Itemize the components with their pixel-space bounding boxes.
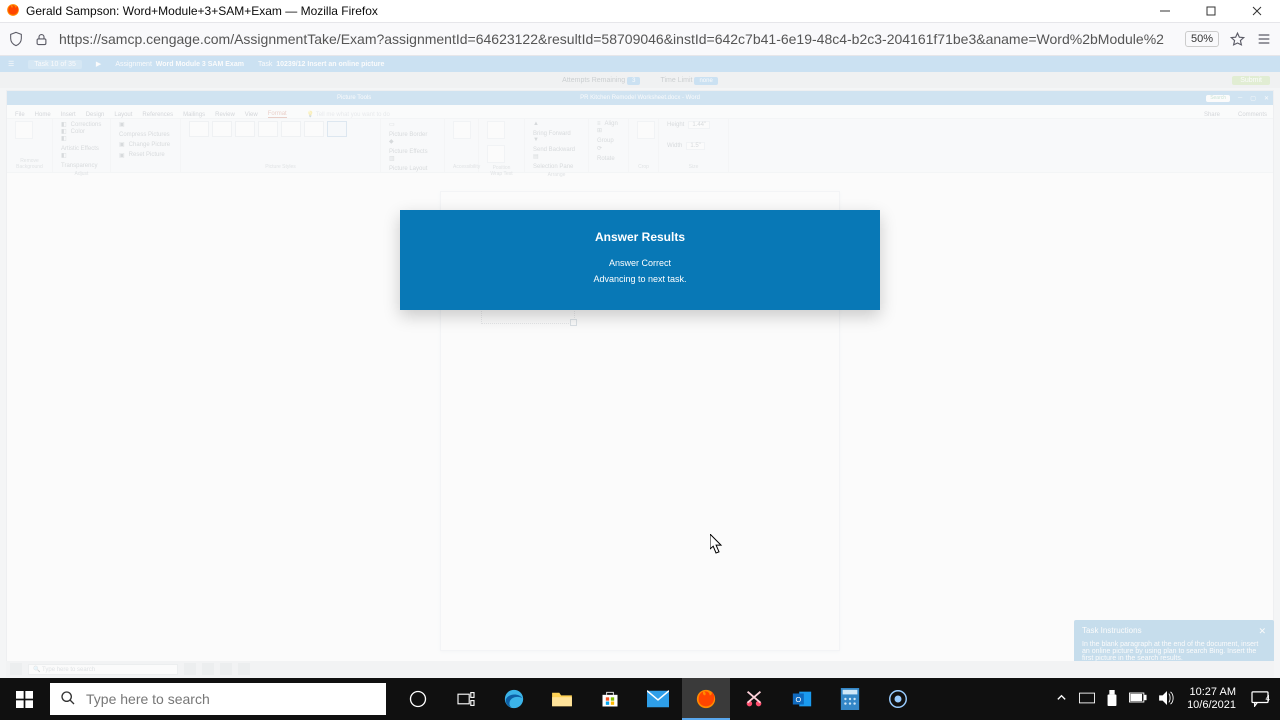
edge-icon[interactable] — [490, 678, 538, 720]
tray-chevron-up-icon[interactable] — [1056, 692, 1067, 706]
svg-text:O: O — [795, 695, 801, 704]
outlook-icon[interactable]: O — [778, 678, 826, 720]
microsoft-store-icon[interactable] — [586, 678, 634, 720]
window-minimize-button[interactable] — [1142, 0, 1188, 22]
clock-date: 10/6/2021 — [1187, 699, 1236, 712]
modal-title: Answer Results — [400, 230, 880, 244]
browser-toolbar: https://samcp.cengage.com/AssignmentTake… — [0, 22, 1280, 56]
usb-icon[interactable] — [1107, 690, 1117, 709]
answer-results-modal: Answer Results Answer Correct Advancing … — [400, 210, 880, 310]
bookmark-star-icon[interactable] — [1229, 31, 1246, 48]
zoom-indicator[interactable]: 50% — [1185, 31, 1219, 47]
taskbar-apps: O — [394, 678, 922, 720]
battery-icon[interactable] — [1129, 692, 1147, 706]
mail-icon[interactable] — [634, 678, 682, 720]
volume-icon[interactable] — [1159, 691, 1175, 708]
file-explorer-icon[interactable] — [538, 678, 586, 720]
system-tray: 10:27 AM 10/6/2021 4 — [1056, 686, 1280, 712]
shield-icon[interactable] — [8, 31, 24, 47]
search-icon — [60, 690, 76, 709]
address-bar-url[interactable]: https://samcp.cengage.com/AssignmentTake… — [59, 31, 1175, 47]
modal-advancing-text: Advancing to next task. — [400, 274, 880, 284]
camera-record-icon[interactable] — [874, 678, 922, 720]
window-titlebar: Gerald Sampson: Word+Module+3+SAM+Exam —… — [0, 0, 1280, 22]
search-placeholder: Type here to search — [86, 691, 210, 707]
lock-icon[interactable] — [34, 32, 49, 47]
modal-backdrop — [0, 56, 1280, 678]
firefox-taskbar-icon[interactable] — [682, 678, 730, 720]
window-maximize-button[interactable] — [1188, 0, 1234, 22]
calculator-icon[interactable] — [826, 678, 874, 720]
clock-time: 10:27 AM — [1187, 686, 1236, 699]
window-close-button[interactable] — [1234, 0, 1280, 22]
task-view-icon[interactable] — [442, 678, 490, 720]
snip-sketch-icon[interactable] — [730, 678, 778, 720]
cortana-icon[interactable] — [394, 678, 442, 720]
start-button[interactable] — [0, 678, 48, 720]
taskbar-clock[interactable]: 10:27 AM 10/6/2021 — [1187, 686, 1236, 712]
firefox-icon — [6, 3, 20, 20]
page-viewport: ☰ Task 10 of 35 ▶ Assignment Word Module… — [0, 56, 1280, 678]
action-center-icon[interactable]: 4 — [1248, 691, 1272, 707]
app-menu-icon[interactable] — [1256, 31, 1272, 47]
taskbar-search-box[interactable]: Type here to search — [50, 683, 386, 715]
notification-count: 4 — [1266, 694, 1270, 703]
keyboard-icon[interactable] — [1079, 692, 1095, 707]
modal-result-text: Answer Correct — [400, 258, 880, 268]
windows-taskbar: Type here to search O 10:27 AM 10/6/2021… — [0, 678, 1280, 720]
window-title: Gerald Sampson: Word+Module+3+SAM+Exam —… — [26, 4, 378, 18]
